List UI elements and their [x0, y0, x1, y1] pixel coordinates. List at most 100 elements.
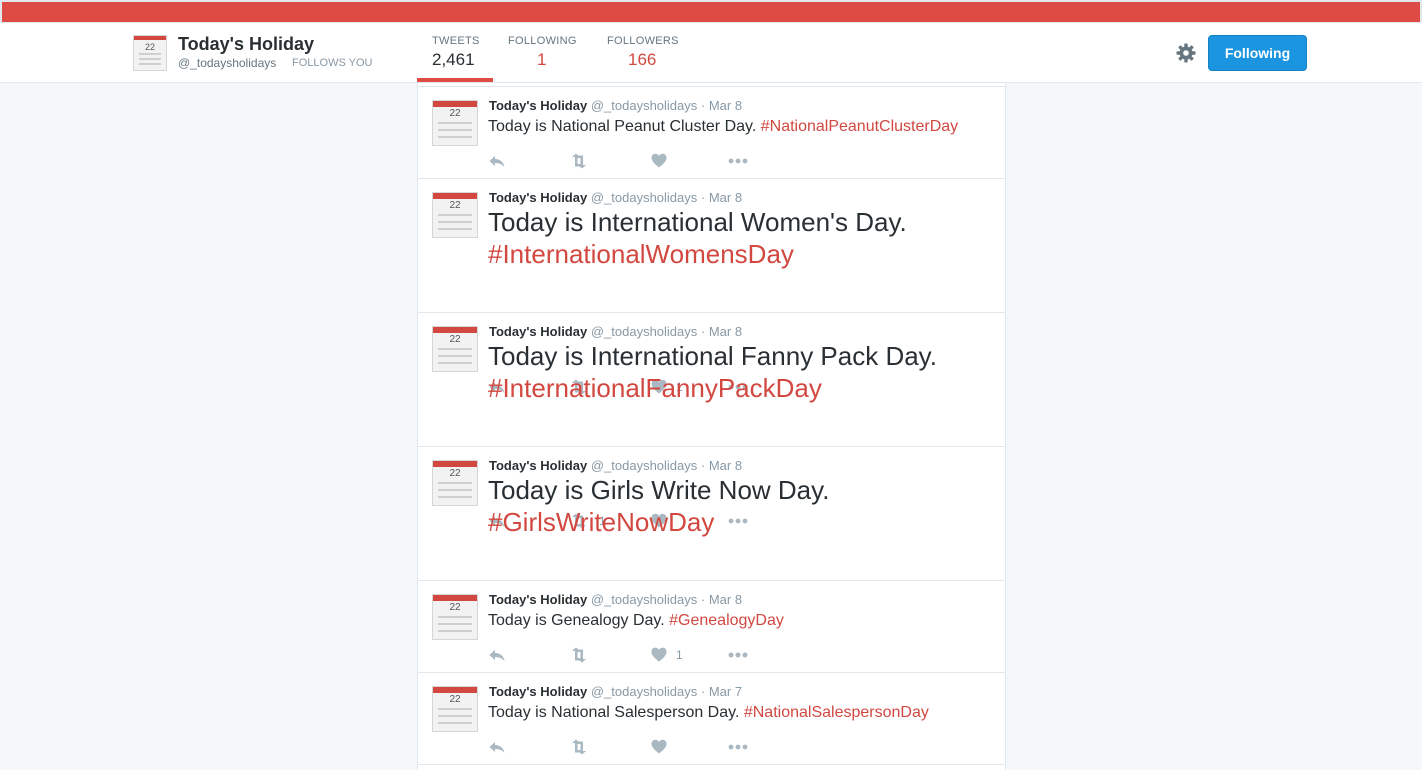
tweet-body: Today is National Peanut Cluster Day.: [488, 118, 757, 135]
tweet-timestamp[interactable]: Mar 8: [709, 592, 742, 607]
stat-following[interactable]: FOLLOWING 1: [508, 35, 577, 70]
tweet-author-handle[interactable]: @_todaysholidays: [591, 458, 697, 473]
following-button[interactable]: Following: [1208, 35, 1307, 71]
tweet-list: 22 Today's Holiday @_todaysholidays · Mar…: [418, 87, 1005, 765]
retweet-icon[interactable]: [568, 739, 590, 755]
calendar-top: [433, 687, 477, 693]
tweet-author-name[interactable]: Today's Holiday: [489, 592, 587, 607]
hashtag-link[interactable]: #InternationalWomensDay: [488, 239, 794, 269]
tweet-text: Today is National Salesperson Day. #Nati…: [488, 703, 929, 723]
stat-label: FOLLOWERS: [607, 35, 679, 47]
tweet-author-name[interactable]: Today's Holiday: [489, 190, 587, 205]
tweet[interactable]: 22 Today's Holiday @_todaysholidays · Mar…: [418, 581, 1005, 673]
calendar-day: 22: [449, 694, 461, 705]
separator-dot: ·: [697, 592, 709, 607]
hashtag-link[interactable]: #GenealogyDay: [669, 612, 784, 629]
calendar-top: [433, 101, 477, 107]
tweet-text: Today is International Women's Day. #Inte…: [488, 206, 907, 270]
calendar-day: 22: [449, 200, 461, 211]
tweet[interactable]: 22 Today's Holiday @_todaysholidays · Mar…: [418, 313, 1005, 529]
tweet-author-name[interactable]: Today's Holiday: [489, 324, 587, 339]
avatar[interactable]: 22: [133, 35, 167, 71]
like-icon[interactable]: [651, 153, 667, 169]
profile-nav: 22 Today's Holiday @_todaysholidays FOLL…: [0, 23, 1422, 83]
more-icon[interactable]: [727, 153, 749, 169]
tweet-header: Today's Holiday @_todaysholidays · Mar 8: [489, 324, 742, 339]
avatar[interactable]: 22: [432, 192, 478, 238]
avatar[interactable]: 22: [432, 594, 478, 640]
calendar-line: [438, 482, 472, 484]
avatar[interactable]: 22: [432, 686, 478, 732]
reply-icon[interactable]: [488, 153, 506, 169]
reply-icon[interactable]: [488, 739, 506, 755]
tweet[interactable]: 22 Today's Holiday @_todaysholidays · Mar…: [418, 179, 1005, 395]
calendar-line: [438, 221, 472, 223]
tweet-author-handle[interactable]: @_todaysholidays: [591, 98, 697, 113]
avatar[interactable]: 22: [432, 100, 478, 146]
calendar-line: [438, 214, 472, 216]
tweet-header: Today's Holiday @_todaysholidays · Mar 8: [489, 98, 742, 113]
calendar-line: [438, 362, 472, 364]
calendar-line: [438, 489, 472, 491]
tweet-timestamp[interactable]: Mar 8: [709, 458, 742, 473]
hashtag-link[interactable]: #GirlsWriteNowDay: [488, 507, 714, 537]
tweet-author-handle[interactable]: @_todaysholidays: [591, 324, 697, 339]
tweet-author-name[interactable]: Today's Holiday: [489, 98, 587, 113]
stat-tweets[interactable]: TWEETS 2,461: [432, 35, 480, 70]
more-icon[interactable]: [727, 647, 749, 663]
tweet-author-name[interactable]: Today's Holiday: [489, 458, 587, 473]
stat-value: 2,461: [432, 50, 475, 69]
calendar-line: [438, 348, 472, 350]
separator-dot: ·: [697, 324, 709, 339]
tweet-author-handle[interactable]: @_todaysholidays: [591, 684, 697, 699]
reply-icon[interactable]: [488, 647, 506, 663]
tweet[interactable]: 22 Today's Holiday @_todaysholidays · Mar…: [418, 447, 1005, 663]
tweet-timestamp[interactable]: Mar 8: [709, 324, 742, 339]
tweet[interactable]: 22 Today's Holiday @_todaysholidays · Mar…: [418, 673, 1005, 765]
tweet-body: Today is Genealogy Day.: [488, 612, 665, 629]
tweet-timestamp[interactable]: Mar 8: [709, 98, 742, 113]
gear-icon[interactable]: [1175, 42, 1197, 64]
stat-label: FOLLOWING: [508, 35, 577, 47]
calendar-top: [433, 327, 477, 333]
hashtag-link[interactable]: #InternationalFannyPackDay: [488, 373, 822, 403]
separator-dot: ·: [697, 684, 709, 699]
calendar-day: 22: [144, 42, 155, 52]
active-tab-indicator: [417, 78, 493, 82]
profile-handle[interactable]: @_todaysholidays: [178, 56, 276, 70]
calendar-line: [438, 355, 472, 357]
tweet-header: Today's Holiday @_todaysholidays · Mar 8: [489, 592, 742, 607]
tweet-timestamp[interactable]: Mar 8: [709, 190, 742, 205]
retweet-icon[interactable]: [568, 153, 590, 169]
calendar-line: [139, 53, 161, 55]
hashtag-link[interactable]: #NationalPeanutClusterDay: [761, 118, 958, 135]
hashtag-link[interactable]: #NationalSalespersonDay: [744, 704, 929, 721]
stat-followers[interactable]: FOLLOWERS 166: [607, 35, 679, 70]
header-banner: [2, 2, 1420, 22]
calendar-day: 22: [449, 468, 461, 479]
avatar[interactable]: 22: [432, 460, 478, 506]
avatar[interactable]: 22: [432, 326, 478, 372]
calendar-top: [134, 36, 166, 40]
calendar-line: [438, 129, 472, 131]
like-icon[interactable]: [651, 647, 667, 663]
profile-name[interactable]: Today's Holiday: [178, 34, 314, 55]
tweet-author-name[interactable]: Today's Holiday: [489, 684, 587, 699]
calendar-line: [438, 616, 472, 618]
tweet-header: Today's Holiday @_todaysholidays · Mar 7: [489, 684, 742, 699]
calendar-day: 22: [449, 334, 461, 345]
tweet-author-handle[interactable]: @_todaysholidays: [591, 592, 697, 607]
follows-you-badge: FOLLOWS YOU: [292, 57, 373, 69]
calendar-day: 22: [449, 108, 461, 119]
tweet-timestamp[interactable]: Mar 7: [709, 684, 742, 699]
tweet-body: Today is International Fanny Pack Day.: [488, 341, 937, 371]
tweet-author-handle[interactable]: @_todaysholidays: [591, 190, 697, 205]
calendar-line: [438, 228, 472, 230]
tweet[interactable]: 22 Today's Holiday @_todaysholidays · Mar…: [418, 87, 1005, 179]
calendar-line: [139, 63, 161, 65]
like-icon[interactable]: [651, 739, 667, 755]
retweet-icon[interactable]: [568, 647, 590, 663]
timeline: 22 Today's Holiday @_todaysholidays · Mar…: [417, 83, 1006, 770]
more-icon[interactable]: [727, 739, 749, 755]
calendar-day: 22: [449, 602, 461, 613]
